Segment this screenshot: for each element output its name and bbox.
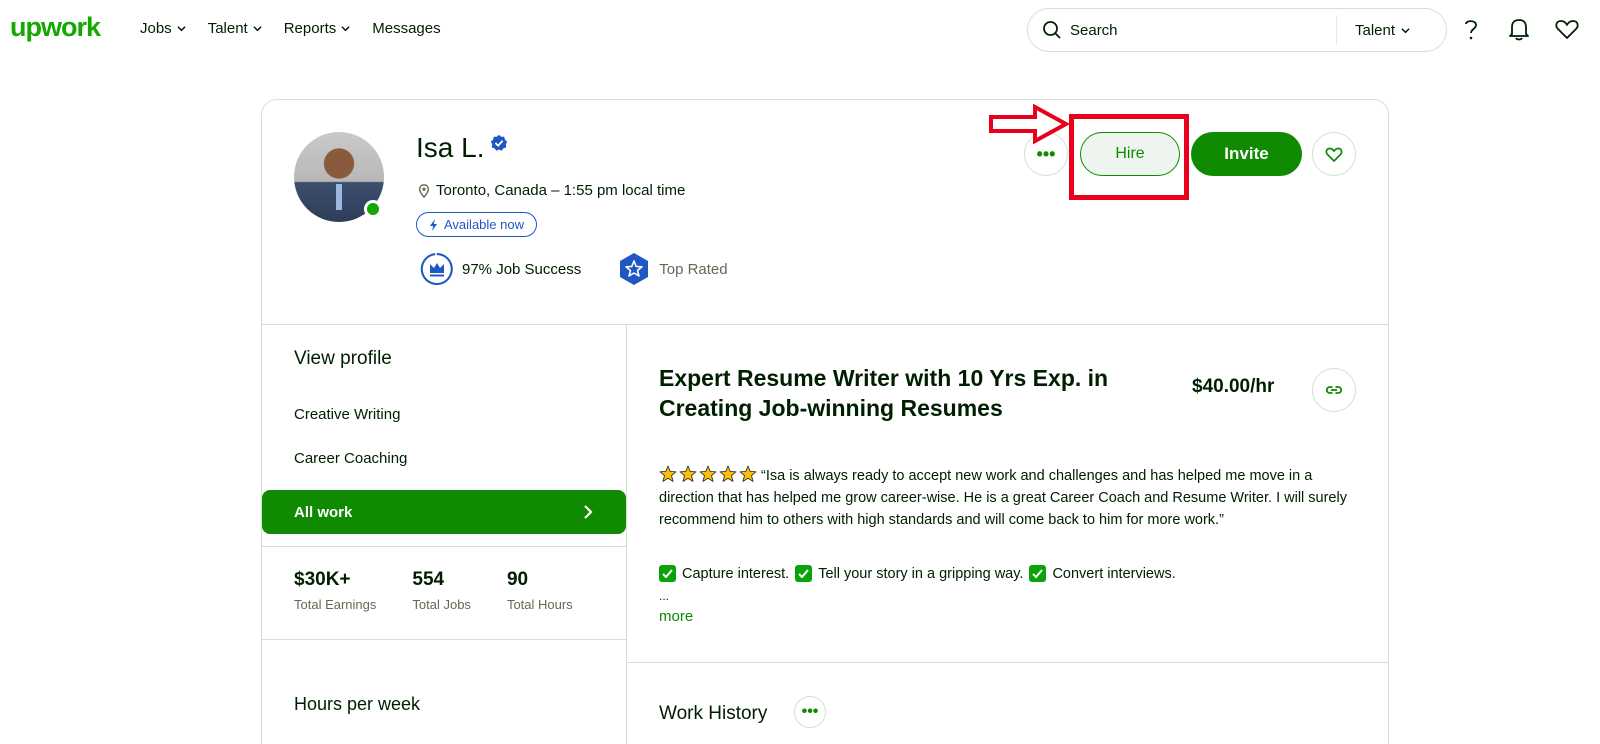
star-icon	[739, 465, 757, 482]
star-icon	[699, 465, 717, 482]
stat-value: $30K+	[294, 569, 351, 590]
stat-label: Total Earnings	[294, 597, 377, 612]
checkmark-icon	[1029, 565, 1047, 582]
top-rated-badge[interactable]: Top Rated	[617, 252, 728, 286]
invite-button[interactable]: Invite	[1191, 132, 1302, 176]
work-history-options-button[interactable]: •••	[794, 696, 826, 728]
stat-label: Total Jobs	[412, 597, 471, 612]
chevron-down-icon	[341, 26, 350, 32]
top-rated-text: Top Rated	[659, 260, 728, 278]
highlight-text: Convert interviews.	[1052, 565, 1176, 582]
save-talent-button[interactable]	[1312, 132, 1356, 176]
search-bar: Talent	[1027, 8, 1447, 52]
map-pin-icon	[418, 183, 430, 198]
nav-jobs[interactable]: Jobs	[140, 20, 186, 37]
sidebar-divider	[262, 546, 626, 547]
nav-links: Jobs Talent Reports Messages	[140, 20, 441, 37]
hours-per-week-heading: Hours per week	[294, 694, 421, 714]
highlight-text: Capture interest.	[682, 565, 790, 582]
highlight-text: Tell your story in a gripping way.	[818, 565, 1024, 582]
copy-link-button[interactable]	[1312, 368, 1356, 412]
location: Toronto, Canada – 1:55 pm local time	[418, 182, 685, 199]
star-icon	[659, 465, 677, 482]
nav-talent[interactable]: Talent	[208, 20, 262, 37]
nav-reports-label: Reports	[283, 20, 337, 37]
stats-row: $30K+ Total Earnings 554 Total Jobs 90 T…	[294, 569, 573, 612]
upwork-logo[interactable]: upwork	[10, 12, 101, 43]
heart-icon[interactable]	[1554, 16, 1580, 42]
stat-value: 90	[506, 569, 529, 590]
stat-total-jobs: 554 Total Jobs	[412, 569, 471, 612]
profile-card: Isa L. Toronto, Canada – 1:55 pm local t…	[261, 99, 1389, 744]
search-icon[interactable]	[1042, 20, 1062, 40]
search-scope-dropdown[interactable]: Talent	[1355, 22, 1410, 39]
nav-messages-label: Messages	[372, 20, 441, 37]
job-success-text: 97% Job Success	[462, 260, 582, 278]
sidebar-item-label: All work	[294, 503, 353, 521]
avatar-tie	[336, 184, 342, 210]
search-divider	[1336, 15, 1337, 45]
chevron-down-icon	[1401, 27, 1410, 33]
profile-title: Expert Resume Writer with 10 Yrs Exp. in…	[659, 365, 1109, 421]
avatar[interactable]	[294, 132, 384, 222]
star-icon	[719, 465, 737, 482]
nav-jobs-label: Jobs	[140, 20, 172, 37]
section-divider	[262, 324, 1388, 325]
stat-total-earnings: $30K+ Total Earnings	[294, 569, 376, 612]
hourly-rate: $40.00/hr	[1192, 376, 1275, 397]
search-scope-label: Talent	[1355, 21, 1396, 39]
testimonial-text: “Isa is always ready to accept new work …	[659, 468, 1347, 528]
bell-icon[interactable]	[1506, 16, 1532, 42]
search-input[interactable]	[1070, 21, 1330, 39]
location-text: Toronto, Canada – 1:55 pm local time	[436, 182, 686, 199]
nav-reports[interactable]: Reports	[284, 20, 351, 37]
sidebar-item-creative-writing[interactable]: Creative Writing	[294, 406, 400, 423]
online-status-dot	[364, 200, 382, 218]
stat-value: 554	[412, 569, 445, 590]
heart-icon	[1325, 147, 1343, 162]
more-link[interactable]: more	[659, 608, 693, 625]
help-icon[interactable]	[1458, 16, 1484, 42]
sidebar-divider	[262, 639, 626, 640]
stat-label: Total Hours	[506, 597, 573, 612]
chevron-down-icon	[253, 26, 262, 32]
overview-text: “Isa is always ready to accept new work …	[659, 465, 1349, 531]
badges: 97% Job Success Top Rated	[420, 252, 728, 286]
view-profile-heading: View profile	[294, 348, 392, 369]
star-rating	[659, 465, 757, 483]
chevron-right-icon	[584, 505, 593, 519]
crown-icon	[420, 253, 453, 285]
sidebar-item-all-work[interactable]: All work	[262, 490, 626, 534]
work-history-heading: Work History	[659, 703, 768, 724]
column-divider	[626, 324, 627, 744]
nav-messages[interactable]: Messages	[372, 20, 440, 37]
stat-total-hours: 90 Total Hours	[507, 569, 573, 612]
available-text: Available now	[444, 217, 524, 232]
top-nav: upwork Jobs Talent Reports Messages Tale…	[0, 0, 1600, 60]
lightning-icon	[430, 218, 437, 231]
available-badge[interactable]: Available now	[416, 212, 537, 237]
truncation-ellipsis: ...	[659, 589, 670, 603]
verified-icon	[491, 134, 508, 151]
name-row: Isa L.	[416, 132, 508, 164]
highlight-box	[1069, 114, 1189, 200]
chevron-down-icon	[177, 26, 186, 32]
checkmark-icon	[795, 565, 813, 582]
section-divider	[627, 662, 1389, 663]
sidebar-item-career-coaching[interactable]: Career Coaching	[294, 450, 407, 467]
star-icon	[679, 465, 697, 482]
highlights-row: Capture interest. Tell your story in a g…	[659, 565, 1176, 582]
checkmark-icon	[659, 565, 676, 582]
job-success-badge[interactable]: 97% Job Success	[420, 252, 581, 286]
star-badge-icon	[620, 253, 649, 285]
nav-talent-label: Talent	[207, 20, 248, 37]
link-icon	[1325, 386, 1343, 394]
arrow-right-icon	[989, 104, 1069, 144]
freelancer-name: Isa L.	[416, 132, 485, 163]
